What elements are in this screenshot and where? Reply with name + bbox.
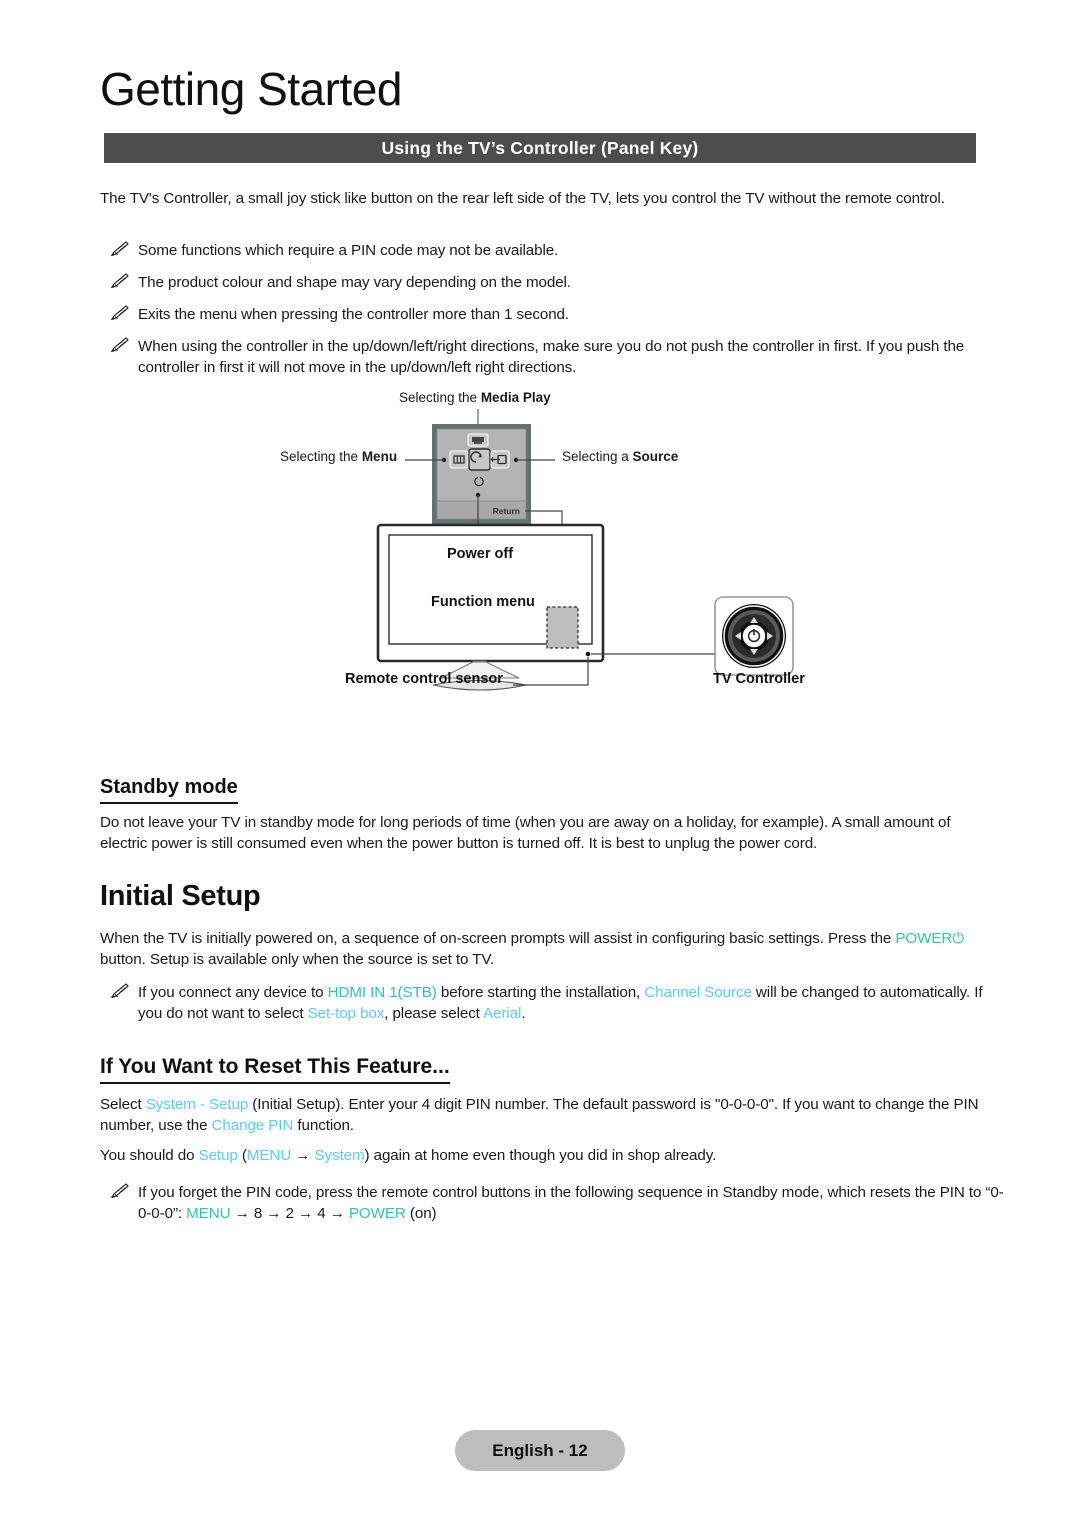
note-item: Some functions which require a PIN code … bbox=[110, 240, 1006, 261]
diagram-svg: Return bbox=[376, 409, 794, 691]
label-bold: Source bbox=[632, 449, 679, 464]
digit-4: 4 bbox=[317, 1205, 326, 1222]
paragraph-part: Select bbox=[100, 1096, 146, 1113]
paragraph-part: ( bbox=[237, 1147, 247, 1164]
note-item: Exits the menu when pressing the control… bbox=[110, 304, 1006, 325]
initial-setup-paragraph: When the TV is initially powered on, a s… bbox=[100, 928, 980, 970]
pencil-note-icon bbox=[110, 273, 129, 288]
diagram-label-remote-sensor: Remote control sensor bbox=[345, 671, 503, 687]
paragraph-part: ) again at home even though you did in s… bbox=[364, 1147, 717, 1164]
aerial-term: Aerial bbox=[483, 1005, 522, 1022]
note-text: If you connect any device to bbox=[138, 984, 328, 1001]
label-bold: Menu bbox=[361, 449, 398, 464]
diagram-label-tv-controller: TV Controller bbox=[713, 671, 805, 687]
power-label: POWER bbox=[895, 930, 953, 947]
note-text: The product colour and shape may vary de… bbox=[138, 274, 571, 291]
arrow-glyph: → bbox=[291, 1147, 315, 1164]
diagram-label-source: Selecting a Source bbox=[562, 449, 678, 464]
manual-page: Getting Started Using the TV’s Controlle… bbox=[0, 0, 1080, 1519]
note-text: Exits the menu when pressing the control… bbox=[138, 306, 570, 323]
power-icon: ⏻ bbox=[952, 930, 965, 947]
arrow-glyph: → bbox=[293, 1205, 318, 1222]
standby-heading: Standby mode bbox=[100, 775, 238, 804]
intro-paragraph: The TV's Controller, a small joy stick l… bbox=[100, 190, 945, 207]
note-item: When using the controller in the up/down… bbox=[110, 336, 1006, 378]
label-prefix: Selecting the bbox=[280, 449, 362, 464]
label-prefix: Selecting a bbox=[562, 449, 633, 464]
note-text: When using the controller in the up/down… bbox=[138, 338, 965, 376]
digit-8: 8 bbox=[253, 1205, 263, 1222]
arrow-glyph: → bbox=[230, 1205, 254, 1222]
note-item: The product colour and shape may vary de… bbox=[110, 272, 1006, 293]
pencil-note-icon bbox=[110, 241, 129, 256]
setup-term: Setup bbox=[208, 1096, 249, 1113]
reset-feature-heading: If You Want to Reset This Feature... bbox=[100, 1055, 450, 1084]
reset-paragraph-1: Select System - Setup (Initial Setup). E… bbox=[100, 1094, 980, 1136]
page-number-badge: English - 12 bbox=[455, 1430, 625, 1471]
diagram-label-power-off: Power off bbox=[447, 546, 514, 562]
channel-source-term: Channel Source bbox=[644, 984, 752, 1001]
pencil-note-icon bbox=[110, 1183, 129, 1198]
paragraph-part: When the TV is initially powered on, a s… bbox=[100, 930, 896, 947]
hdmi-term: HDMI IN 1(STB) bbox=[327, 984, 437, 1001]
note-text: , please select bbox=[384, 1005, 484, 1022]
pencil-note-icon bbox=[110, 983, 129, 998]
paragraph-part: You should do bbox=[100, 1147, 199, 1164]
note-text: before starting the installation, bbox=[436, 984, 645, 1001]
arrow-glyph: → bbox=[262, 1205, 286, 1222]
note-text: (on) bbox=[405, 1205, 437, 1222]
system-term: System bbox=[314, 1147, 365, 1164]
diagram-label-media-play: Selecting the Media Play bbox=[399, 390, 551, 405]
note-item: If you connect any device to HDMI IN 1(S… bbox=[110, 982, 1006, 1024]
page-title: Getting Started bbox=[100, 63, 402, 115]
digit-2: 2 bbox=[285, 1205, 294, 1222]
section-banner: Using the TV’s Controller (Panel Key) bbox=[104, 133, 976, 163]
pencil-note-icon bbox=[110, 305, 129, 320]
note-item: If you forget the PIN code, press the re… bbox=[110, 1182, 1006, 1224]
svg-text:Return: Return bbox=[493, 506, 520, 516]
reset-paragraph-2: You should do Setup (MENU → System) agai… bbox=[100, 1145, 980, 1166]
menu-term: MENU bbox=[246, 1147, 292, 1164]
pencil-note-icon bbox=[110, 337, 129, 352]
tv-controller-diagram: Return Selecting the Media Play Selectin… bbox=[270, 385, 830, 705]
initial-setup-heading: Initial Setup bbox=[100, 880, 261, 912]
paragraph-part: function. bbox=[293, 1117, 354, 1134]
paragraph-part: button. Setup is available only when the… bbox=[100, 951, 495, 968]
power-term: POWER bbox=[348, 1205, 406, 1222]
menu-term: MENU bbox=[186, 1205, 231, 1222]
standby-paragraph: Do not leave your TV in standby mode for… bbox=[100, 814, 951, 852]
note-text: Some functions which require a PIN code … bbox=[138, 242, 559, 259]
arrow-glyph: → bbox=[325, 1205, 349, 1222]
diagram-label-menu: Selecting the Menu bbox=[280, 449, 397, 464]
diagram-label-function-menu: Function menu bbox=[431, 594, 535, 610]
label-prefix: Selecting the bbox=[399, 390, 481, 405]
change-pin-term: Change PIN bbox=[211, 1117, 294, 1134]
dash-sep: - bbox=[195, 1096, 209, 1113]
setup-term: Setup bbox=[198, 1147, 238, 1164]
settop-term: Set-top box bbox=[307, 1005, 385, 1022]
note-text: . bbox=[521, 1005, 526, 1022]
system-term: System bbox=[145, 1096, 196, 1113]
label-bold: Media Play bbox=[480, 390, 551, 405]
